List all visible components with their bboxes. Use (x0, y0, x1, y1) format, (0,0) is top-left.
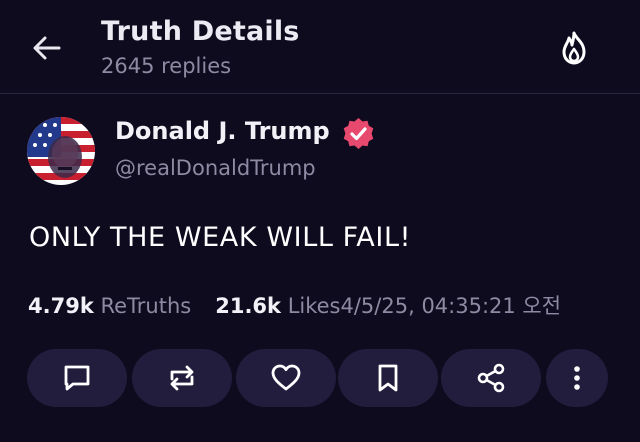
retruths-label: ReTruths (100, 294, 192, 318)
flame-icon[interactable] (557, 30, 591, 66)
bookmark-button[interactable] (338, 349, 438, 407)
likes-stat[interactable]: 21.6k Likes (215, 294, 340, 318)
author-handle[interactable]: @realDonaldTrump (115, 156, 316, 180)
back-arrow-icon[interactable] (30, 31, 64, 65)
retruths-count: 4.79k (28, 294, 94, 318)
share-button[interactable] (441, 349, 541, 407)
more-vertical-icon (574, 366, 580, 390)
reply-count: 2645 replies (101, 54, 232, 78)
post-stats: 4.79k ReTruths 21.6k Likes4/5/25, 04:35:2… (28, 290, 561, 320)
top-bar: Truth Details 2645 replies (0, 0, 640, 94)
like-button[interactable] (236, 349, 336, 407)
post-timestamp: 4/5/25, 04:35:21 오전 (340, 294, 562, 318)
action-bar (0, 349, 640, 407)
bookmark-icon (378, 364, 398, 392)
avatar[interactable] (27, 117, 95, 185)
likes-count: 21.6k (215, 294, 281, 318)
share-icon (477, 363, 505, 393)
repost-icon (170, 365, 194, 391)
heart-icon (271, 364, 301, 391)
verified-badge-icon (342, 117, 375, 150)
retruths-stat[interactable]: 4.79k ReTruths (28, 294, 191, 318)
comment-icon (64, 365, 90, 391)
post-text: ONLY THE WEAK WILL FAIL! (29, 222, 412, 253)
page-title: Truth Details (101, 16, 300, 47)
author-name[interactable]: Donald J. Trump (115, 117, 330, 145)
reply-button[interactable] (27, 349, 127, 407)
retruth-button[interactable] (132, 349, 232, 407)
more-options-button[interactable] (546, 349, 608, 407)
likes-label: Likes (287, 294, 341, 318)
